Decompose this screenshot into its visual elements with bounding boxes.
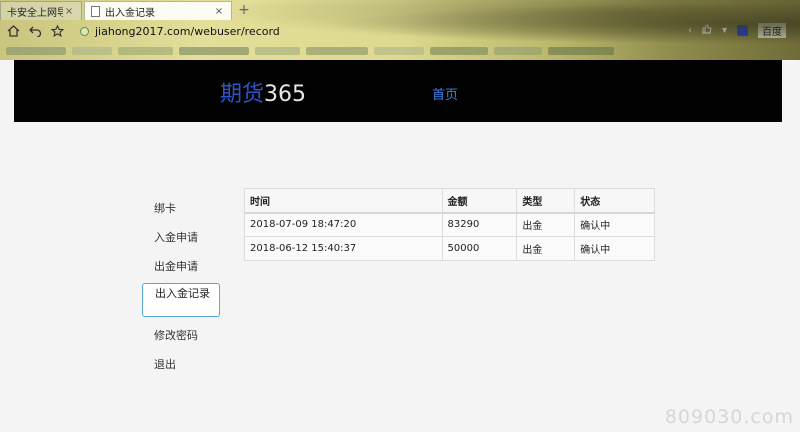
header-amount: 金额	[441, 188, 518, 214]
bookmark-item[interactable]	[374, 47, 424, 55]
cell-time: 2018-07-09 18:47:20	[244, 212, 443, 237]
bookmark-item[interactable]	[548, 47, 614, 55]
tab-title: 出入金记录	[105, 7, 155, 19]
navigation-bar: jiahong2017.com/webuser/record ‹ ▾ 百度	[0, 20, 800, 42]
logo-text-number: 365	[264, 82, 307, 107]
page-icon	[91, 5, 100, 17]
cell-status: 确认中	[574, 212, 655, 237]
tab-navigation[interactable]: 卡安全上网导航 ×	[0, 1, 82, 20]
cell-amount: 83290	[441, 212, 518, 237]
bookmark-item[interactable]	[72, 47, 112, 55]
address-tools: ‹ ▾ 百度	[688, 23, 786, 38]
home-icon[interactable]	[4, 22, 22, 40]
cell-status: 确认中	[574, 236, 655, 261]
bookmark-item[interactable]	[118, 47, 173, 55]
site-info-icon[interactable]	[80, 26, 89, 36]
bookmark-item[interactable]	[255, 47, 300, 55]
tab-close-icon[interactable]: ×	[63, 6, 75, 17]
favorite-star-icon[interactable]	[48, 22, 66, 40]
sidebar-nav: 绑卡 入金申请 出金申请 出入金记录 修改密码 退出	[142, 194, 220, 379]
sidebar-item-logout[interactable]: 退出	[142, 350, 220, 379]
sidebar-item-change-password[interactable]: 修改密码	[142, 321, 220, 350]
address-bar[interactable]: jiahong2017.com/webuser/record	[80, 25, 280, 38]
bookmarks-bar	[0, 42, 800, 60]
header-status: 状态	[574, 188, 655, 214]
cell-amount: 50000	[441, 236, 518, 261]
sidebar-item-deposit[interactable]: 入金申请	[142, 223, 220, 252]
logo-text-chinese: 期货	[220, 82, 265, 107]
watermark: 809030.com	[664, 406, 794, 428]
header-type: 类型	[516, 188, 576, 214]
sidebar-item-records[interactable]: 出入金记录	[142, 283, 220, 317]
chevron-left-icon[interactable]: ‹	[688, 25, 692, 36]
chevron-down-icon[interactable]: ▾	[722, 25, 727, 36]
table-row: 2018-07-09 18:47:20 83290 出金 确认中	[244, 212, 655, 237]
undo-icon[interactable]	[26, 22, 44, 40]
baidu-icon	[737, 25, 748, 36]
cell-type: 出金	[516, 236, 576, 261]
browser-chrome: 卡安全上网导航 × 出入金记录 × + jiahong2017.com/webu…	[0, 0, 800, 60]
site-header: 期货365 首页	[14, 60, 782, 122]
new-tab-button[interactable]: +	[236, 2, 252, 18]
bookmark-item[interactable]	[430, 47, 488, 55]
home-link[interactable]: 首页	[432, 84, 458, 103]
cell-type: 出金	[516, 212, 576, 237]
tab-bar: 卡安全上网导航 × 出入金记录 × +	[0, 0, 800, 20]
main-content: 绑卡 入金申请 出金申请 出入金记录 修改密码 退出 时间 金额 类型 状态 2…	[14, 122, 782, 432]
table-row: 2018-06-12 15:40:37 50000 出金 确认中	[244, 236, 655, 261]
records-table: 时间 金额 类型 状态 2018-07-09 18:47:20 83290 出金…	[244, 188, 655, 261]
bookmark-item[interactable]	[6, 47, 66, 55]
thumbs-up-icon[interactable]	[702, 24, 712, 37]
site-logo[interactable]: 期货365	[220, 76, 306, 108]
sidebar-item-bind-card[interactable]: 绑卡	[142, 194, 220, 223]
cell-time: 2018-06-12 15:40:37	[244, 236, 443, 261]
tab-title: 卡安全上网导航	[7, 7, 63, 19]
header-time: 时间	[244, 188, 443, 214]
tab-record[interactable]: 出入金记录 ×	[84, 1, 232, 20]
bookmark-item[interactable]	[306, 47, 368, 55]
tab-close-icon[interactable]: ×	[213, 6, 225, 17]
bookmark-item[interactable]	[179, 47, 249, 55]
search-engine-label[interactable]: 百度	[758, 23, 786, 38]
url-text: jiahong2017.com/webuser/record	[95, 24, 280, 38]
table-header-row: 时间 金额 类型 状态	[244, 188, 655, 214]
sidebar-item-withdraw[interactable]: 出金申请	[142, 252, 220, 281]
bookmark-item[interactable]	[494, 47, 542, 55]
